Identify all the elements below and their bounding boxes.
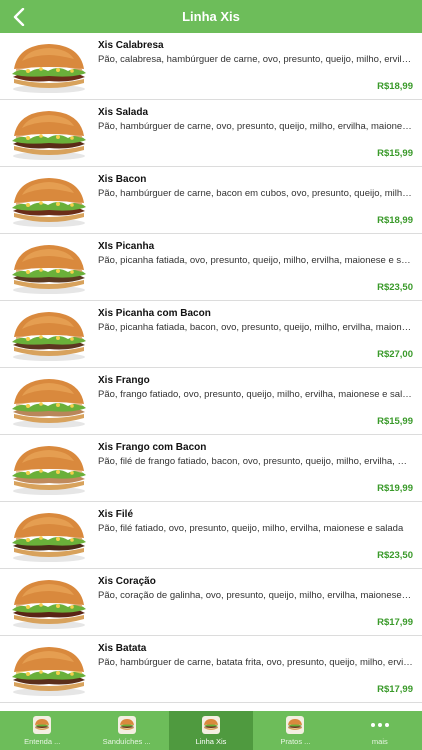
product-description: Pão, picanha fatiada, bacon, ovo, presun…: [98, 322, 413, 333]
product-name: Xis Salada: [98, 107, 149, 118]
tab-label: Sanduíches ...: [102, 737, 151, 746]
tab-label: Entenda ...: [24, 737, 61, 746]
product-price: R$18,99: [377, 215, 413, 226]
product-list[interactable]: Xis Calabresa Pão, calabresa, hambúrguer…: [0, 33, 422, 711]
burger-icon: [202, 716, 221, 734]
product-name: Xis Frango: [98, 375, 150, 386]
food-thumbnail-icon: [33, 716, 52, 734]
product-thumbnail: [8, 173, 90, 228]
list-item[interactable]: Xis Filé Pão, filé fatiado, ovo, presunt…: [0, 502, 422, 569]
burger-photo-icon: [12, 111, 86, 160]
product-thumbnail: [8, 374, 90, 429]
burger-photo-icon: [12, 647, 86, 696]
burger-photo-icon: [12, 178, 86, 227]
product-description: Pão, hambúrguer de carne, ovo, presunto,…: [98, 121, 413, 132]
burger-photo-icon: [12, 245, 86, 294]
product-price: R$23,50: [377, 282, 413, 293]
product-thumbnail: [8, 39, 90, 94]
tab-linha-xis[interactable]: Linha Xis: [168, 711, 254, 750]
product-thumbnail: [8, 240, 90, 295]
tab-bar: Entenda ... Sanduíches ... Linha Xis Pra…: [0, 711, 422, 750]
list-item[interactable]: Xis Coração Pão, coração de galinha, ovo…: [0, 569, 422, 636]
tab-mais[interactable]: mais: [338, 711, 422, 750]
product-thumbnail: [8, 106, 90, 161]
product-name: XIs Picanha: [98, 241, 155, 252]
list-item[interactable]: Xis Frango com Bacon Pão, filé de frango…: [0, 435, 422, 502]
list-item[interactable]: Xis Picanha com Bacon Pão, picanha fatia…: [0, 301, 422, 368]
list-item[interactable]: Xis Frango Pão, frango fatiado, ovo, pre…: [0, 368, 422, 435]
list-item[interactable]: Xis Batata Pão, hambúrguer de carne, bat…: [0, 636, 422, 703]
sandwich-icon: [117, 716, 136, 734]
product-price: R$17,99: [377, 684, 413, 695]
product-price: R$18,99: [377, 81, 413, 92]
burger-photo-icon: [12, 312, 86, 361]
burger-photo-icon: [12, 513, 86, 562]
product-name: Xis Picanha com Bacon: [98, 308, 211, 319]
product-price: R$15,99: [377, 148, 413, 159]
list-item[interactable]: Xis Salada Pão, hambúrguer de carne, ovo…: [0, 100, 422, 167]
tab-entenda[interactable]: Entenda ...: [0, 711, 84, 750]
burger-photo-icon: [12, 379, 86, 428]
product-name: Xis Bacon: [98, 174, 147, 185]
tab-sandu-ches[interactable]: Sanduíches ...: [84, 711, 168, 750]
list-item[interactable]: Xis Bacon Pão, hambúrguer de carne, baco…: [0, 167, 422, 234]
product-description: Pão, picanha fatiada, ovo, presunto, que…: [98, 255, 413, 266]
more-dots-icon: [370, 716, 389, 734]
product-description: Pão, frango fatiado, ovo, presunto, quei…: [98, 389, 413, 400]
product-description: Pão, hambúrguer de carne, batata frita, …: [98, 657, 413, 668]
product-thumbnail: [8, 642, 90, 697]
product-description: Pão, hambúrguer de carne, bacon em cubos…: [98, 188, 413, 199]
navigation-bar: Linha Xis: [0, 0, 422, 33]
plate-icon: [286, 716, 305, 734]
page-title: Linha Xis: [182, 9, 240, 24]
list-item[interactable]: Xis Calabresa Pão, calabresa, hambúrguer…: [0, 33, 422, 100]
product-description: Pão, calabresa, hambúrguer de carne, ovo…: [98, 54, 413, 65]
list-item[interactable]: XIs Picanha Pão, picanha fatiada, ovo, p…: [0, 234, 422, 301]
tab-label: Linha Xis: [195, 737, 227, 746]
burger-photo-icon: [12, 44, 86, 93]
product-thumbnail: [8, 307, 90, 362]
burger-photo-icon: [12, 446, 86, 495]
product-name: Xis Coração: [98, 576, 156, 587]
product-price: R$23,50: [377, 550, 413, 561]
product-thumbnail: [8, 575, 90, 630]
product-thumbnail: [8, 441, 90, 496]
product-price: R$17,99: [377, 617, 413, 628]
product-name: Xis Calabresa: [98, 40, 164, 51]
tab-label: mais: [371, 737, 388, 746]
tab-pratos[interactable]: Pratos ...: [253, 711, 337, 750]
product-description: Pão, coração de galinha, ovo, presunto, …: [98, 590, 413, 601]
product-thumbnail: [8, 508, 90, 563]
tab-label: Pratos ...: [280, 737, 311, 746]
burger-photo-icon: [12, 580, 86, 629]
product-price: R$27,00: [377, 349, 413, 360]
product-description: Pão, filé fatiado, ovo, presunto, queijo…: [98, 523, 404, 534]
product-name: Xis Frango com Bacon: [98, 442, 207, 453]
product-price: R$19,99: [377, 483, 413, 494]
product-price: R$15,99: [377, 416, 413, 427]
product-description: Pão, filé de frango fatiado, bacon, ovo,…: [98, 456, 413, 467]
product-name: Xis Batata: [98, 643, 147, 654]
product-name: Xis Filé: [98, 509, 134, 520]
